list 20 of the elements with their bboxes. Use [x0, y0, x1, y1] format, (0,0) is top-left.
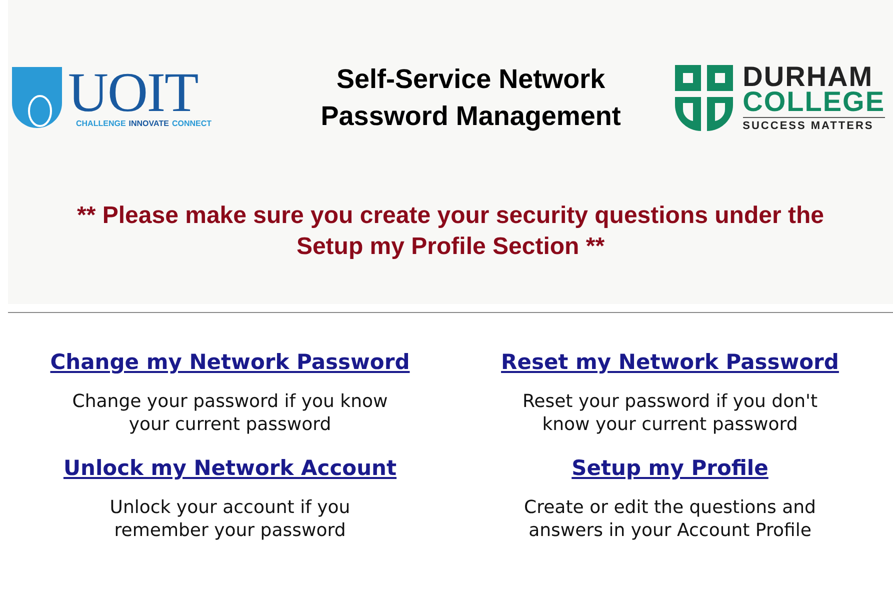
page-title: Self-Service Network [336, 63, 606, 96]
notice-text: ** Please make sure you create your security questions under the Setup my Profile Section ** [76, 201, 825, 262]
option-description: Unlock your account if you remember your password [108, 496, 352, 542]
logo-tagline: CONNECT [172, 119, 212, 128]
option-link[interactable]: Setup my Profile [572, 456, 768, 480]
option-link[interactable]: Change my Network Password [50, 350, 410, 374]
option-link[interactable]: Reset my Network Password [501, 350, 839, 374]
option-description: Reset your password if you don't know your current password [521, 390, 819, 436]
logo-wordmark: DURHAM [742, 64, 874, 89]
page-title: Password Management [320, 100, 621, 133]
shield-icon [12, 67, 62, 129]
logo-tagline: CHALLENGE [76, 119, 126, 128]
shield-icon [674, 65, 733, 131]
option-description: Change your password if you know your current password [71, 390, 389, 436]
logo-tagline: INNOVATE [128, 119, 169, 128]
option-description: Create or edit the questions and answers in your Account Profile [523, 496, 817, 542]
logo-wordmark: COLLEGE [742, 89, 885, 114]
logo-tagline: SUCCESS MATTERS [742, 117, 885, 132]
option-link[interactable]: Unlock my Network Account [63, 456, 397, 480]
logo-wordmark: UOIT [68, 67, 198, 119]
